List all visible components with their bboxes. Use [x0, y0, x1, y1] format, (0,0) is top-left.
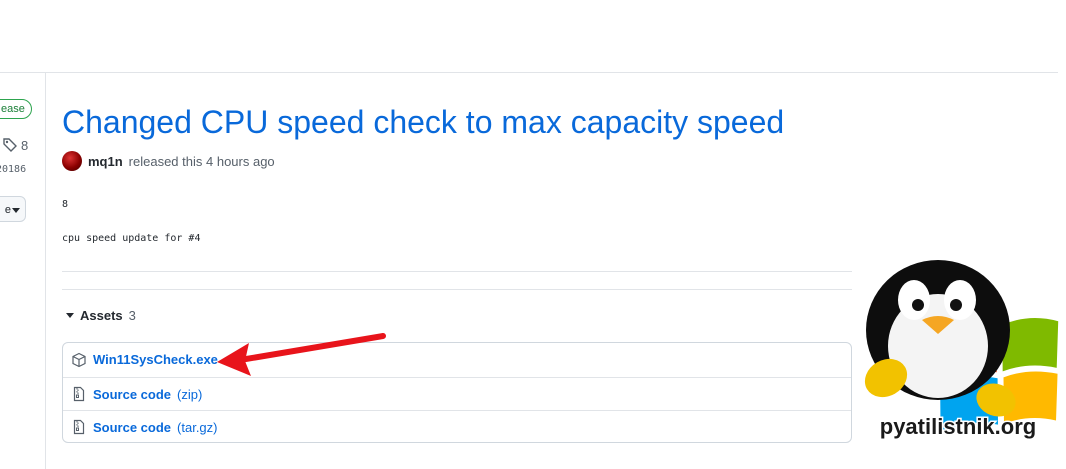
- penguin-logo: pyatilistnik.org: [864, 260, 1059, 441]
- asset-format-zip[interactable]: (zip): [177, 387, 202, 402]
- compare-button-label: e: [4, 204, 11, 216]
- asset-link-zip[interactable]: Source code: [93, 387, 171, 402]
- assets-toggle[interactable]: Assets 3: [66, 308, 136, 323]
- list-item: Win11SysCheck.exe: [63, 343, 851, 376]
- list-item: Source code (zip): [63, 377, 851, 410]
- asset-link-targz[interactable]: Source code: [93, 420, 171, 435]
- caret-down-icon: [12, 208, 20, 213]
- file-zip-icon: [73, 419, 85, 435]
- assets-title: Assets: [80, 308, 123, 323]
- divider: [62, 271, 852, 272]
- tag-count: 8: [21, 137, 29, 153]
- divider: [62, 289, 852, 290]
- asset-format-targz[interactable]: (tar.gz): [177, 420, 217, 435]
- package-icon: [72, 352, 86, 367]
- asset-link-exe[interactable]: Win11SysCheck.exe: [93, 352, 218, 367]
- release-body-line-2: cpu speed update for #4: [62, 233, 201, 244]
- release-body-line-1: 8: [62, 199, 69, 210]
- release-author-line: mq1n released this 4 hours ago: [62, 151, 275, 171]
- assets-list: Win11SysCheck.exe Source code (zip) Sour…: [62, 342, 852, 443]
- tag-icon: [3, 138, 17, 152]
- avatar[interactable]: [62, 151, 82, 171]
- author-link[interactable]: mq1n: [88, 154, 123, 169]
- released-text: released this 4 hours ago: [128, 153, 275, 169]
- file-zip-icon: [73, 386, 85, 402]
- latest-release-badge: ease: [0, 99, 32, 119]
- sidebar-divider: [45, 73, 46, 469]
- assets-count: 3: [128, 308, 136, 323]
- compare-button[interactable]: e: [0, 196, 26, 222]
- header-divider: [0, 72, 1058, 73]
- list-item: Source code (tar.gz): [63, 410, 851, 443]
- watermark-text: pyatilistnik.org: [880, 414, 1036, 439]
- release-title[interactable]: Changed CPU speed check to max capacity …: [62, 102, 784, 142]
- triangle-down-icon: [66, 313, 74, 318]
- commit-sha[interactable]: 20186: [0, 164, 26, 175]
- tag-link[interactable]: 8: [2, 137, 28, 153]
